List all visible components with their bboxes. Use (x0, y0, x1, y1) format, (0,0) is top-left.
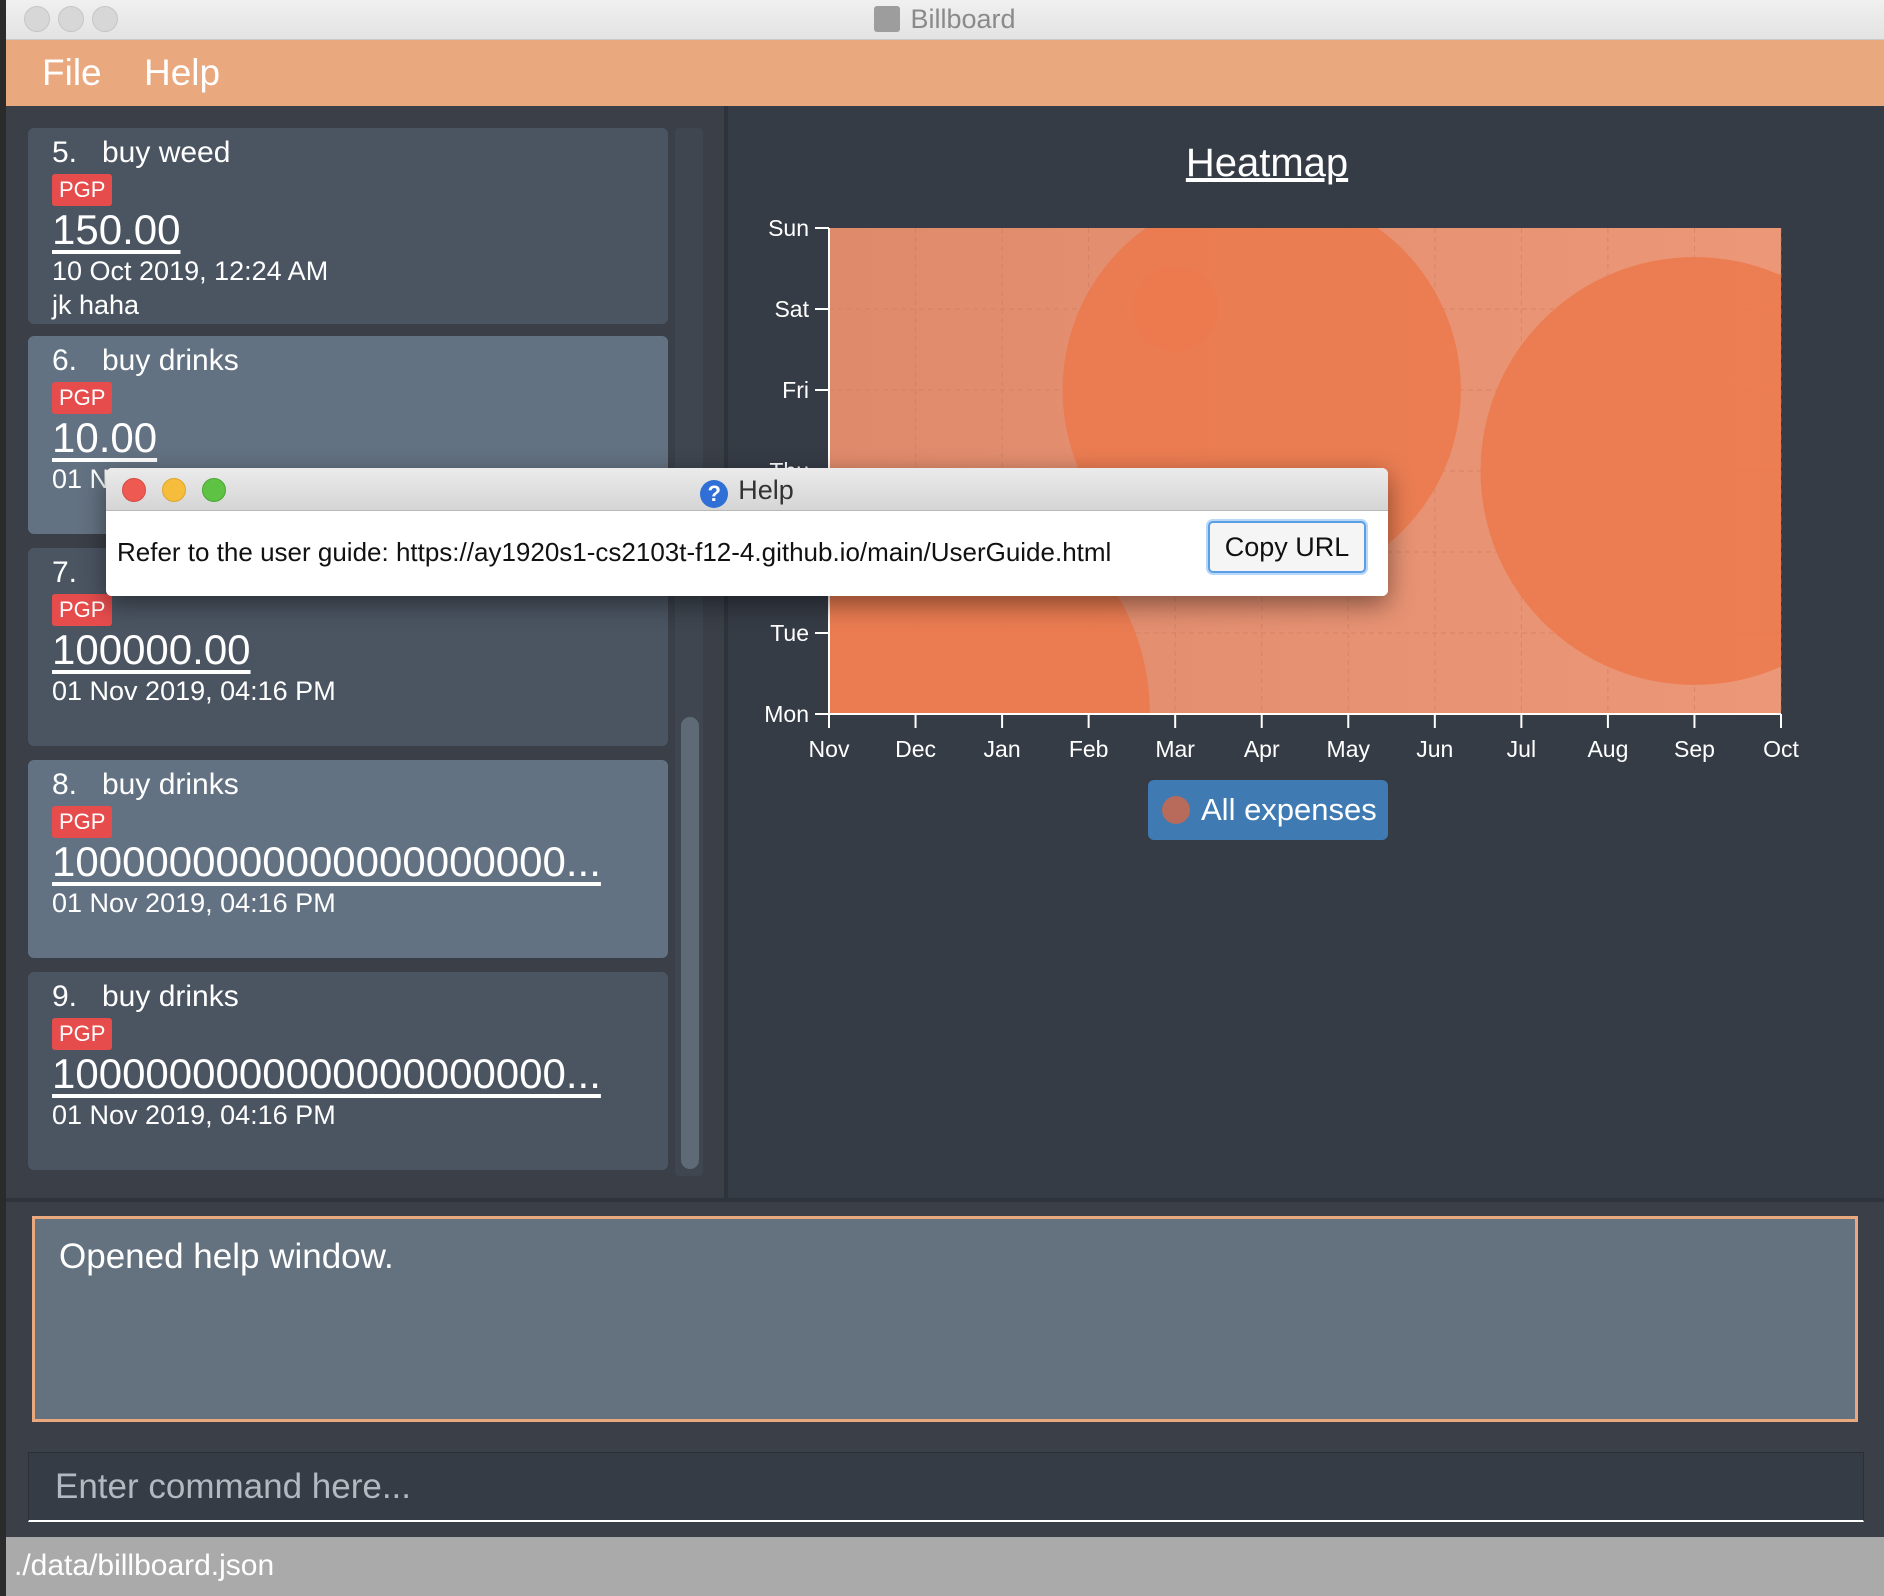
expense-amount: 150.00 (52, 206, 181, 253)
help-message: Refer to the user guide: https://ay1920s… (117, 537, 1112, 567)
legend-label: All expenses (1201, 792, 1377, 827)
legend-all-expenses[interactable]: All expenses (1148, 780, 1388, 840)
help-dialog: ? Help Refer to the user guide: https://a… (106, 468, 1388, 596)
help-dialog-body: Refer to the user guide: https://ay1920s… (106, 511, 1388, 596)
expense-name: buy drinks (102, 344, 239, 377)
expense-name: buy weed (102, 136, 231, 169)
menu-file[interactable]: File (42, 52, 102, 94)
expense-date: 01 Nov 2019, 04:16 PM (52, 1100, 336, 1130)
status-bar: ./data/billboard.json (6, 1537, 1884, 1596)
expense-header: 6. buy drinks (52, 344, 239, 378)
menu-bar: File Help (6, 40, 1884, 106)
app-icon (874, 6, 901, 32)
expense-index: 8. (52, 768, 78, 801)
expense-date: 01 Nov 2019, 04:16 PM (52, 676, 336, 706)
question-icon: ? (700, 480, 729, 508)
expense-header: 7. (52, 556, 102, 590)
legend-bubble-icon (1162, 796, 1190, 824)
expense-header: 8. buy drinks (52, 768, 239, 802)
tag-badge: PGP (52, 806, 113, 838)
help-dialog-titlebar: ? Help (106, 468, 1388, 511)
expense-date: 01 N (52, 464, 110, 494)
expense-amount: 10.00 (52, 414, 158, 461)
expense-card-5[interactable]: 5. buy weed PGP 150.00 10 Oct 2019, 12:24… (28, 128, 668, 324)
expense-amount: 1000000000000000000000... (52, 1050, 601, 1097)
expense-card-8[interactable]: 8. buy drinks PGP 1000000000000000000000.… (28, 760, 668, 958)
result-display: Opened help window. (32, 1216, 1858, 1422)
list-scrollbar-thumb[interactable] (681, 717, 699, 1169)
expense-index: 5. (52, 136, 78, 169)
expense-name: buy drinks (102, 980, 239, 1013)
tag-badge: PGP (52, 174, 113, 206)
tag-badge: PGP (52, 594, 113, 626)
expense-card-9[interactable]: 9. buy drinks PGP 1000000000000000000000.… (28, 972, 668, 1170)
expense-index: 9. (52, 980, 78, 1013)
expense-date: 01 Nov 2019, 04:16 PM (52, 888, 336, 918)
expense-name: buy drinks (102, 768, 239, 801)
status-file-path: ./data/billboard.json (14, 1549, 275, 1582)
result-text: Opened help window. (59, 1237, 394, 1276)
expense-amount: 100000.00 (52, 626, 251, 673)
expense-header: 5. buy weed (52, 136, 230, 170)
expense-date: 10 Oct 2019, 12:24 AM (52, 256, 329, 286)
window-title: Billboard (6, 4, 1884, 35)
command-box (28, 1452, 1864, 1522)
help-dialog-title-text: Help (738, 475, 794, 505)
command-input[interactable] (29, 1453, 1863, 1520)
tag-badge: PGP (52, 1018, 113, 1050)
expense-header: 9. buy drinks (52, 980, 239, 1014)
section-divider (6, 1198, 1884, 1202)
expense-description: jk haha (52, 290, 140, 320)
copy-url-button[interactable]: Copy URL (1208, 521, 1366, 573)
tag-badge: PGP (52, 382, 113, 414)
help-dialog-title: ? Help (106, 475, 1388, 508)
window-title-text: Billboard (910, 4, 1016, 34)
expense-index: 7. (52, 556, 78, 589)
chart-panel (728, 106, 1884, 1198)
expense-amount: 1000000000000000000000... (52, 838, 601, 885)
expense-index: 6. (52, 344, 78, 377)
window-titlebar: Billboard (6, 0, 1884, 40)
menu-help[interactable]: Help (144, 52, 220, 94)
